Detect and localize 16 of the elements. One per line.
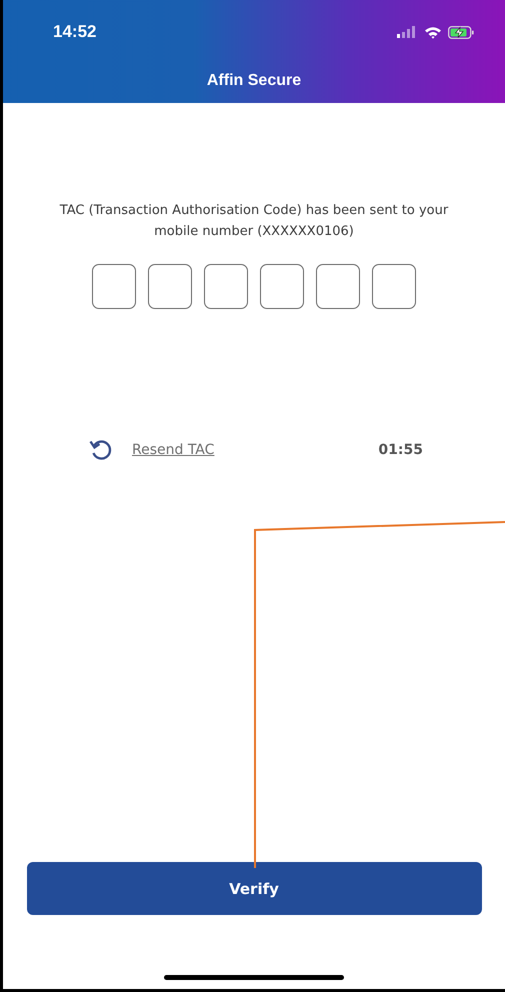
- code-digit-field[interactable]: [204, 264, 248, 309]
- verify-button[interactable]: Verify: [26, 862, 482, 915]
- instruction-text: TAC (Transaction Authorisation Code) has been sent to your mobile number (XXXXXX0106): [58, 202, 450, 241]
- status-time: 14:52: [53, 22, 96, 42]
- code-digit-field[interactable]: [316, 264, 360, 309]
- code-digit-field[interactable]: [92, 264, 136, 309]
- header-title: Affin Secure: [206, 72, 302, 90]
- battery-icon: [448, 26, 475, 38]
- wifi-icon: [424, 26, 442, 38]
- code-digit-field[interactable]: [148, 264, 192, 309]
- refresh-icon[interactable]: [89, 439, 113, 461]
- countdown-timer: 01:55: [378, 442, 423, 458]
- code-digit-field[interactable]: [260, 264, 304, 309]
- resend-link[interactable]: Resend TAC: [132, 442, 214, 458]
- code-digit-field[interactable]: [372, 264, 416, 309]
- signal-icon: [396, 26, 418, 38]
